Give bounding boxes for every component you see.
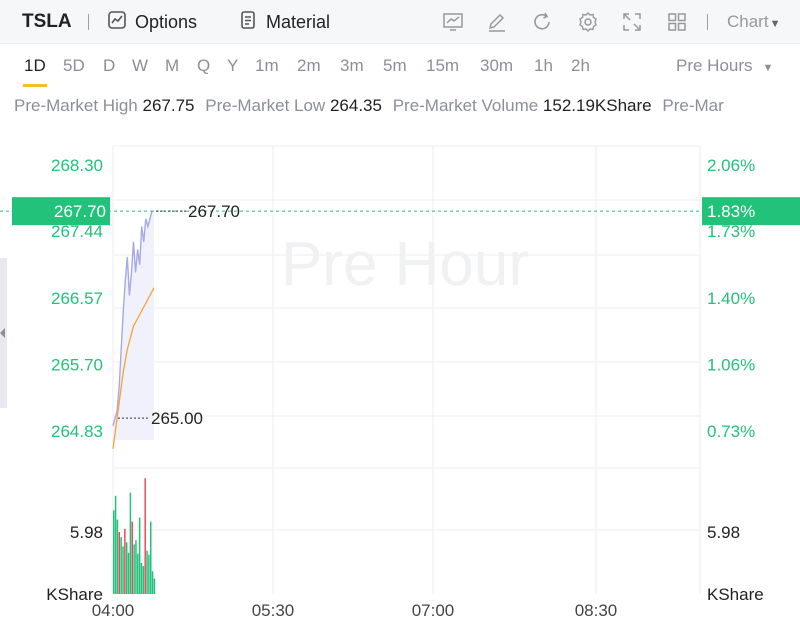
layout-grid-icon[interactable] — [665, 10, 689, 34]
stat-value: 267.75 — [142, 96, 195, 115]
stat-label: Pre-Market High — [14, 96, 138, 115]
price-tick-label: 266.57 — [51, 289, 103, 308]
price-tick-label: 268.30 — [51, 156, 103, 175]
volume-bar — [118, 532, 121, 594]
time-tick-label: 08:30 — [575, 601, 618, 620]
period-3m[interactable]: 3m — [340, 56, 364, 76]
price-chart[interactable]: Pre Hour 267.70 1.83% 267.70 265.00 268.30 2… — [0, 130, 800, 620]
time-tick-label: 07:00 — [412, 601, 455, 620]
volume-bar — [146, 550, 148, 594]
stat-value: 264.35 — [329, 96, 382, 115]
volume-bar — [120, 537, 122, 594]
time-tick-label: 05:30 — [252, 601, 295, 620]
volume-bar — [137, 553, 139, 594]
period-1h[interactable]: 1h — [534, 56, 553, 76]
volume-bar — [129, 492, 132, 594]
price-tick-label: 265.70 — [51, 356, 103, 375]
price-tick-label: 264.83 — [51, 422, 103, 441]
period-w[interactable]: W — [132, 56, 148, 76]
chart-type-label: Chart — [727, 12, 769, 31]
period-5m[interactable]: 5m — [383, 56, 407, 76]
period-2h[interactable]: 2h — [571, 56, 590, 76]
options-icon — [107, 10, 127, 35]
low-marker-label: 265.00 — [151, 409, 203, 428]
chart-watermark: Pre Hour — [281, 230, 529, 299]
stat-label: Pre-Mar — [662, 96, 724, 115]
period-1m[interactable]: 1m — [255, 56, 279, 76]
volume-bar — [113, 510, 115, 594]
session-label: Pre Hours — [676, 56, 753, 75]
volume-bar — [153, 578, 156, 594]
period-2m[interactable]: 2m — [297, 56, 321, 76]
high-marker-label: 267.70 — [188, 202, 240, 221]
volume-bar — [114, 495, 117, 594]
period-y[interactable]: Y — [227, 56, 238, 76]
volume-bar — [150, 521, 152, 594]
volume-bar — [133, 544, 135, 594]
volume-unit-label-right: KShare — [707, 585, 764, 604]
percent-tick-label: 1.40% — [707, 289, 755, 308]
chevron-left-icon — [0, 328, 5, 338]
current-percent-label: 1.83% — [707, 202, 755, 221]
volume-bar — [151, 571, 154, 594]
options-label: Options — [135, 11, 198, 32]
premarket-stats: Pre-Market High 267.75 Pre-Market Low 26… — [14, 96, 724, 116]
toolbar-divider — [707, 14, 708, 30]
period-5d[interactable]: 5D — [63, 56, 85, 76]
period-30m[interactable]: 30m — [480, 56, 513, 76]
toolbar-divider — [88, 14, 89, 30]
volume-bar — [131, 521, 133, 594]
fullscreen-icon[interactable] — [620, 10, 644, 34]
volume-tick-label-right: 5.98 — [707, 523, 740, 542]
options-button[interactable]: Options — [107, 9, 197, 35]
stat-value: 152.19KShare — [542, 96, 652, 115]
period-15m[interactable]: 15m — [426, 56, 459, 76]
current-price-label: 267.70 — [54, 202, 106, 221]
period-1d[interactable]: 1D — [24, 56, 46, 76]
top-toolbar: TSLA Options Material Chart▼ — [0, 0, 800, 44]
percent-tick-label: 2.06% — [707, 156, 755, 175]
volume-bar — [122, 546, 124, 594]
period-d[interactable]: D — [103, 56, 115, 76]
volume-bar — [116, 519, 119, 594]
caret-down-icon: ▼ — [762, 62, 774, 74]
volume-bar — [127, 552, 130, 594]
stat-label: Pre-Market Low — [205, 96, 326, 115]
draw-icon[interactable] — [485, 10, 509, 34]
active-period-indicator — [23, 84, 47, 87]
percent-tick-label: 1.06% — [707, 356, 755, 375]
material-label: Material — [266, 11, 331, 32]
left-panel-toggle[interactable] — [0, 258, 7, 408]
period-m[interactable]: M — [165, 56, 179, 76]
percent-tick-label: 0.73% — [707, 422, 755, 441]
volume-tick-label: 5.98 — [70, 523, 103, 542]
chart-style-icon[interactable] — [441, 10, 465, 34]
volume-bar — [140, 563, 143, 594]
caret-down-icon: ▼ — [769, 18, 781, 30]
price-tick-label: 267.44 — [51, 222, 103, 241]
stat-label: Pre-Market Volume — [392, 96, 539, 115]
volume-bar — [124, 528, 126, 594]
stock-symbol[interactable]: TSLA — [22, 11, 72, 33]
volume-bar — [144, 478, 146, 594]
chart-type-dropdown[interactable]: Chart▼ — [727, 12, 780, 32]
volume-bar — [138, 517, 141, 594]
volume-bar — [125, 542, 128, 594]
volume-bar — [148, 554, 150, 594]
volume-bar — [142, 566, 145, 594]
volume-unit-label: KShare — [46, 585, 103, 604]
document-icon — [238, 10, 258, 35]
material-button[interactable]: Material — [238, 9, 330, 35]
volume-bars — [113, 478, 156, 594]
period-q[interactable]: Q — [197, 56, 210, 76]
percent-tick-label: 1.73% — [707, 222, 755, 241]
refresh-icon[interactable] — [530, 10, 554, 34]
settings-icon[interactable] — [576, 10, 600, 34]
volume-bar — [135, 540, 137, 594]
session-dropdown[interactable]: Pre Hours ▼ — [676, 56, 773, 76]
